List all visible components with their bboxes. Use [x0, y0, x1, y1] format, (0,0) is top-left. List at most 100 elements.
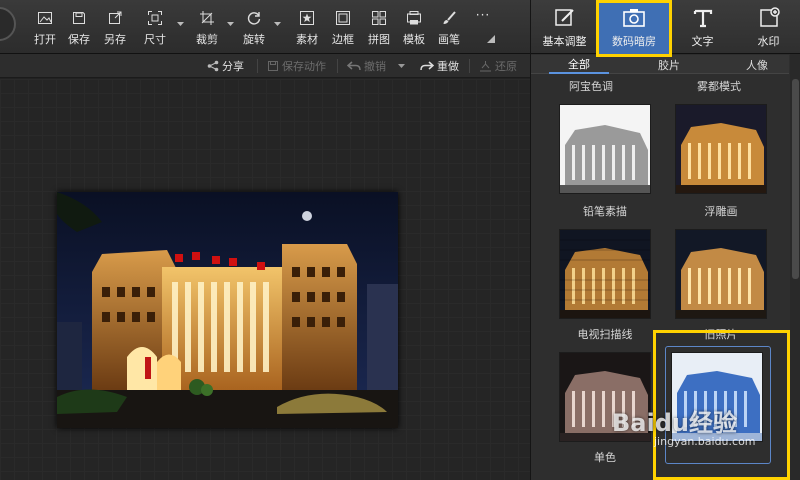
subtab-portrait[interactable]: 人像 [727, 55, 787, 74]
save-as-label: 另存 [104, 32, 126, 46]
effect-label-mono: 单色 [594, 451, 616, 464]
restore-label: 还原 [495, 60, 517, 73]
baidu-watermark: Baidu经验 jingyan.baidu.com [612, 403, 756, 448]
share-label: 分享 [222, 60, 244, 73]
tab-watermark[interactable]: 水印 [736, 0, 800, 54]
collage-button[interactable]: 拼图 [364, 0, 394, 54]
divider [337, 59, 338, 73]
undo-button[interactable]: 撤销 [347, 54, 386, 78]
effect-label-pencil-sketch: 铅笔素描 [583, 205, 627, 218]
watermark-brand: Baidu经验 [612, 409, 737, 437]
save-button[interactable]: 保存 [64, 0, 94, 54]
save-action-label: 保存动作 [282, 60, 326, 73]
watermark-add-icon [757, 6, 781, 30]
size-label: 尺寸 [144, 32, 166, 46]
crop-dropdown-icon[interactable] [226, 20, 234, 28]
subtab-film[interactable]: 胶片 [639, 55, 699, 74]
save-icon [69, 8, 89, 28]
template-label: 模板 [403, 32, 425, 46]
restore-button[interactable]: 还原 [479, 54, 517, 78]
adjust-edit-icon [553, 6, 577, 30]
tv-scanline-preview [560, 230, 650, 318]
material-label: 素材 [296, 32, 318, 46]
tab-text[interactable]: 文字 [670, 0, 735, 54]
watermark-label: 水印 [757, 34, 780, 48]
effect-label-top-left: 阿宝色调 [569, 80, 613, 93]
effect-thumb-tv-scanline[interactable] [559, 229, 651, 319]
save-as-icon [105, 8, 125, 28]
redo-button[interactable]: 重做 [420, 54, 459, 78]
subtab-all[interactable]: 全部 [549, 55, 609, 74]
grid-icon [369, 8, 389, 28]
rotate-dropdown-icon[interactable] [273, 20, 281, 28]
size-button[interactable]: 尺寸 [140, 0, 170, 54]
share-icon [207, 60, 219, 72]
effect-label-old-photo: 旧照片 [704, 328, 738, 341]
effect-thumb-relief[interactable] [675, 104, 767, 194]
share-button[interactable]: 分享 [207, 54, 244, 78]
crop-button[interactable]: 裁剪 [192, 0, 222, 54]
rotate-icon [244, 8, 264, 28]
divider [469, 59, 470, 73]
more-label: ··· [475, 8, 491, 22]
text-label: 文字 [691, 34, 714, 48]
basic-adjust-label: 基本调整 [542, 34, 587, 48]
open-image-icon [35, 8, 55, 28]
brush-button[interactable]: 画笔 [434, 0, 464, 54]
divider [257, 59, 258, 73]
scrollbar-thumb[interactable] [792, 79, 799, 279]
border-label: 边框 [332, 32, 354, 46]
collage-label: 拼图 [368, 32, 390, 46]
pencil-sketch-preview [560, 105, 650, 193]
crop-icon [197, 8, 217, 28]
effect-label-top-right: 雾都模式 [697, 80, 741, 93]
watermark-url: jingyan.baidu.com [654, 435, 756, 448]
template-icon [404, 8, 424, 28]
filter-subtabs: 全部 胶片 人像 [531, 55, 789, 74]
night-hotel-photo [57, 192, 398, 428]
more-button[interactable]: ··· [468, 0, 498, 30]
digital-darkroom-label: 数码暗房 [612, 34, 656, 48]
toolbar-expand-icon[interactable] [487, 33, 495, 43]
old-photo-preview [676, 230, 766, 318]
main-toolbar: 打开 保存 另存 尺寸 裁剪 旋转 素材 边框 拼图 模板 画笔 ··· [0, 0, 530, 54]
resize-icon [145, 8, 165, 28]
size-dropdown-icon[interactable] [176, 20, 184, 28]
photo-preview[interactable] [57, 192, 398, 428]
star-sticker-icon [297, 8, 317, 28]
editing-canvas[interactable] [0, 79, 530, 480]
undo-dropdown-icon[interactable] [398, 54, 405, 78]
open-label: 打开 [34, 32, 56, 46]
redo-label: 重做 [437, 60, 459, 73]
crop-label: 裁剪 [196, 32, 218, 46]
effect-label-tv-scanline: 电视扫描线 [577, 328, 633, 341]
save-action-icon [268, 61, 278, 71]
save-label: 保存 [68, 32, 90, 46]
open-button[interactable]: 打开 [30, 0, 60, 54]
brush-label: 画笔 [438, 32, 460, 46]
effect-thumb-old-photo[interactable] [675, 229, 767, 319]
text-t-icon [691, 6, 715, 30]
app-logo [0, 7, 16, 41]
effect-label-relief: 浮雕画 [704, 205, 738, 218]
action-bar: 分享 保存动作 撤销 重做 还原 [0, 54, 530, 78]
undo-label: 撤销 [364, 60, 386, 73]
undo-icon [347, 61, 361, 71]
tab-basic-adjust[interactable]: 基本调整 [531, 0, 598, 54]
template-button[interactable]: 模板 [399, 0, 429, 54]
border-button[interactable]: 边框 [328, 0, 358, 54]
panel-scrollbar[interactable] [790, 54, 800, 480]
tab-digital-darkroom[interactable]: 数码暗房 [599, 0, 669, 54]
material-button[interactable]: 素材 [292, 0, 322, 54]
save-action-button[interactable]: 保存动作 [267, 54, 326, 78]
camera-icon [622, 6, 646, 30]
effect-thumb-pencil-sketch[interactable] [559, 104, 651, 194]
frame-icon [333, 8, 353, 28]
rotate-button[interactable]: 旋转 [239, 0, 269, 54]
restore-icon [480, 61, 491, 72]
brush-icon [439, 8, 459, 28]
category-tabs: 基本调整 数码暗房 文字 水印 [531, 0, 800, 54]
redo-icon [420, 61, 434, 71]
rotate-label: 旋转 [243, 32, 265, 46]
save-as-button[interactable]: 另存 [100, 0, 130, 54]
